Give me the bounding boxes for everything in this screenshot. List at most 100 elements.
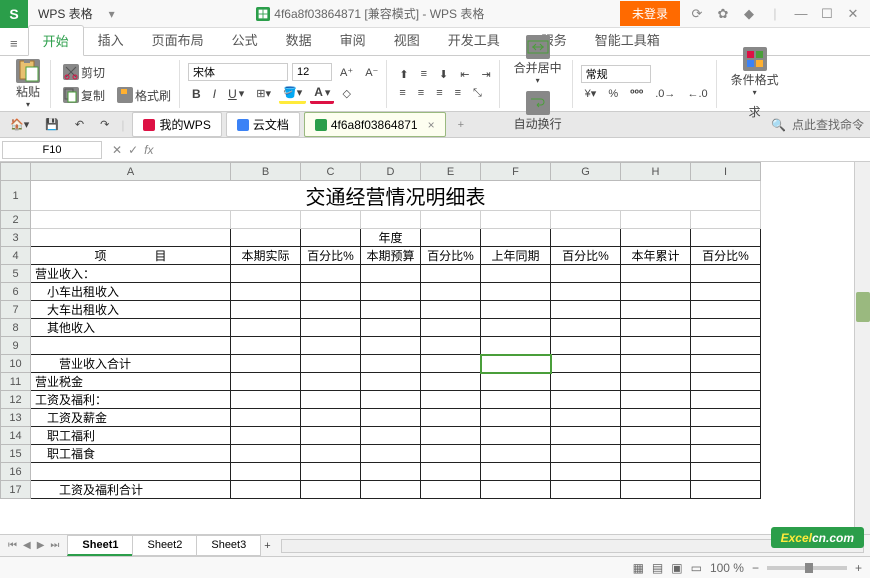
cell-E13[interactable] <box>421 409 481 427</box>
col-header-H[interactable]: H <box>621 163 691 181</box>
cell[interactable] <box>31 211 231 229</box>
col-header-G[interactable]: G <box>551 163 621 181</box>
cell-F17[interactable] <box>481 481 551 499</box>
cell-H3[interactable] <box>621 229 691 247</box>
cell-E15[interactable] <box>421 445 481 463</box>
cell-C9[interactable] <box>301 337 361 355</box>
cell-F12[interactable] <box>481 391 551 409</box>
comma-button[interactable]: ººº <box>626 85 647 103</box>
cell-A5[interactable]: 营业收入： <box>31 265 231 283</box>
cell-D12[interactable] <box>361 391 421 409</box>
ribbon-tab-7[interactable]: 开发工具 <box>434 25 514 55</box>
row-header-11[interactable]: 11 <box>1 373 31 391</box>
row-header-5[interactable]: 5 <box>1 265 31 283</box>
title-cell[interactable]: 交通经营情况明细表 <box>31 181 761 211</box>
row-header-2[interactable]: 2 <box>1 211 31 229</box>
row-header-4[interactable]: 4 <box>1 247 31 265</box>
copy-button[interactable]: 复制 <box>59 85 109 106</box>
home-icon[interactable]: 🏠▾ <box>6 116 33 133</box>
view-page-icon[interactable]: ▤ <box>652 561 663 575</box>
sheet-nav-first-icon[interactable]: ⏮ <box>6 540 19 551</box>
number-format-select[interactable] <box>581 65 651 83</box>
clear-format-button[interactable]: ◇ <box>338 85 354 102</box>
cell-I3[interactable] <box>691 229 761 247</box>
cell-C13[interactable] <box>301 409 361 427</box>
ribbon-tab-1[interactable]: 插入 <box>84 25 138 55</box>
cell-I15[interactable] <box>691 445 761 463</box>
align-left-button[interactable]: ≡ <box>395 85 409 101</box>
cell-G16[interactable] <box>551 463 621 481</box>
cell-D4[interactable]: 本期预算 <box>361 247 421 265</box>
col-header-A[interactable]: A <box>31 163 231 181</box>
italic-button[interactable]: I <box>209 85 220 103</box>
currency-button[interactable]: ¥▾ <box>581 85 601 102</box>
row-header-15[interactable]: 15 <box>1 445 31 463</box>
view-normal-icon[interactable]: ▦ <box>633 561 644 575</box>
cell[interactable] <box>551 211 621 229</box>
cell-D3[interactable]: 年度 <box>361 229 421 247</box>
cancel-formula-icon[interactable]: ✕ <box>112 143 122 157</box>
cell-H6[interactable] <box>621 283 691 301</box>
cell-A6[interactable]: 小车出租收入 <box>31 283 231 301</box>
cell-I7[interactable] <box>691 301 761 319</box>
cell-B10[interactable] <box>231 355 301 373</box>
cell-I12[interactable] <box>691 391 761 409</box>
cell-A7[interactable]: 大车出租收入 <box>31 301 231 319</box>
redo-icon[interactable]: ↷ <box>96 116 113 133</box>
zoom-in-button[interactable]: + <box>855 561 862 575</box>
ribbon-tab-3[interactable]: 公式 <box>218 25 272 55</box>
zoom-level[interactable]: 100 % <box>710 561 744 575</box>
font-select[interactable] <box>188 63 288 81</box>
cell-A8[interactable]: 其他收入 <box>31 319 231 337</box>
cell-G4[interactable]: 百分比% <box>551 247 621 265</box>
cell-B15[interactable] <box>231 445 301 463</box>
align-bottom-button[interactable]: ⬇ <box>435 66 452 83</box>
align-right-button[interactable]: ≡ <box>432 85 446 101</box>
cell-E5[interactable] <box>421 265 481 283</box>
cell-H7[interactable] <box>621 301 691 319</box>
cell-C12[interactable] <box>301 391 361 409</box>
cell-C3[interactable] <box>301 229 361 247</box>
cell[interactable] <box>421 211 481 229</box>
merge-center-button[interactable]: 合并居中▾ <box>508 33 568 87</box>
cell-C14[interactable] <box>301 427 361 445</box>
cell-I11[interactable] <box>691 373 761 391</box>
cell-A3[interactable] <box>31 229 231 247</box>
cell[interactable] <box>361 211 421 229</box>
cell-A14[interactable]: 职工福利 <box>31 427 231 445</box>
cell-I14[interactable] <box>691 427 761 445</box>
cell-I9[interactable] <box>691 337 761 355</box>
cell-H13[interactable] <box>621 409 691 427</box>
ribbon-tab-5[interactable]: 审阅 <box>326 25 380 55</box>
cell-H8[interactable] <box>621 319 691 337</box>
cell-G15[interactable] <box>551 445 621 463</box>
cell-D8[interactable] <box>361 319 421 337</box>
bold-button[interactable]: B <box>188 85 205 103</box>
undo-icon[interactable]: ↶ <box>71 116 88 133</box>
view-break-icon[interactable]: ▣ <box>671 561 682 575</box>
cell-D9[interactable] <box>361 337 421 355</box>
cell-H5[interactable] <box>621 265 691 283</box>
cell-H17[interactable] <box>621 481 691 499</box>
cell-H9[interactable] <box>621 337 691 355</box>
cell-E9[interactable] <box>421 337 481 355</box>
cell-G13[interactable] <box>551 409 621 427</box>
cell-D10[interactable] <box>361 355 421 373</box>
cut-button[interactable]: 剪切 <box>59 62 175 83</box>
cell-F5[interactable] <box>481 265 551 283</box>
scroll-thumb[interactable] <box>856 292 870 322</box>
cell-I8[interactable] <box>691 319 761 337</box>
cell-C15[interactable] <box>301 445 361 463</box>
cell-C17[interactable] <box>301 481 361 499</box>
select-all-corner[interactable] <box>1 163 31 181</box>
cell-A11[interactable]: 营业税金 <box>31 373 231 391</box>
cell-B3[interactable] <box>231 229 301 247</box>
sheet-table[interactable]: ABCDEFGHI1交通经营情况明细表23年度4项 目本期实际百分比%本期预算百… <box>0 162 761 499</box>
col-header-C[interactable]: C <box>301 163 361 181</box>
row-header-14[interactable]: 14 <box>1 427 31 445</box>
border-button[interactable]: ⊞▾ <box>252 85 275 102</box>
ribbon-tab-6[interactable]: 视图 <box>380 25 434 55</box>
ribbon-tab-9[interactable]: 智能工具箱 <box>581 25 674 55</box>
dropdown-icon[interactable]: ▾ <box>103 7 121 21</box>
row-header-3[interactable]: 3 <box>1 229 31 247</box>
